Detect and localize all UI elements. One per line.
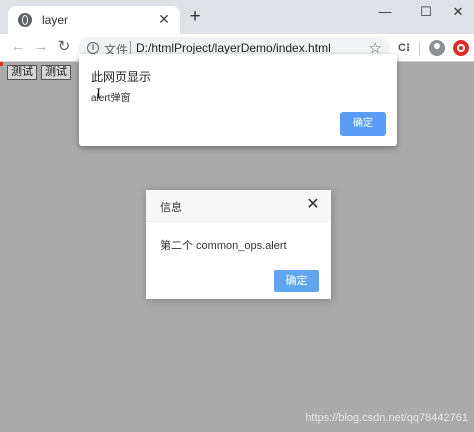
forward-button[interactable]: → — [32, 38, 50, 56]
back-button[interactable]: ← — [9, 38, 27, 56]
close-icon[interactable]: ✕ — [305, 196, 321, 214]
new-tab-button[interactable]: + — [186, 7, 204, 26]
tab-title: layer — [42, 13, 69, 27]
native-alert-dialog: 此网页显示 alert弹窗 I 确定 — [79, 54, 397, 146]
test-button-1[interactable]: 测试 — [7, 65, 37, 80]
info-icon[interactable]: i — [87, 42, 99, 54]
close-window-button[interactable]: ✕ — [448, 4, 468, 20]
browser-tab[interactable]: layer ✕ — [8, 6, 180, 34]
layer-title: 信息 — [160, 202, 182, 214]
layer-header: 信息 ✕ — [146, 190, 331, 222]
layer-ok-button[interactable]: 确定 — [274, 270, 319, 292]
maximize-button[interactable]: ☐ — [416, 4, 436, 20]
extension-icon[interactable]: C⁝ — [398, 40, 412, 56]
alert-ok-button[interactable]: 确定 — [340, 112, 386, 136]
page-edge-mark — [0, 62, 3, 66]
sync-error-icon[interactable] — [453, 40, 469, 56]
reload-button[interactable]: ↻ — [55, 38, 73, 56]
test-button-2[interactable]: 测试 — [41, 65, 71, 80]
watermark: https://blog.csdn.net/qq78442761 — [305, 412, 468, 424]
layer-dialog: 信息 ✕ 第二个 common_ops.alert 确定 — [146, 190, 331, 299]
url-text[interactable]: D:/htmlProject/layerDemo/index.html — [136, 41, 331, 55]
layer-message: 第二个 common_ops.alert — [160, 240, 287, 252]
tab-strip: layer ✕ + — ☐ ✕ — [0, 0, 474, 34]
tab-close-icon[interactable]: ✕ — [156, 11, 172, 27]
minimize-button[interactable]: — — [375, 4, 395, 20]
toolbar-divider — [419, 42, 420, 56]
profile-avatar-icon[interactable] — [429, 40, 445, 56]
omnibox-divider — [130, 41, 131, 55]
text-cursor-icon: I — [96, 87, 102, 102]
alert-title: 此网页显示 — [91, 70, 152, 84]
globe-icon — [18, 13, 32, 27]
